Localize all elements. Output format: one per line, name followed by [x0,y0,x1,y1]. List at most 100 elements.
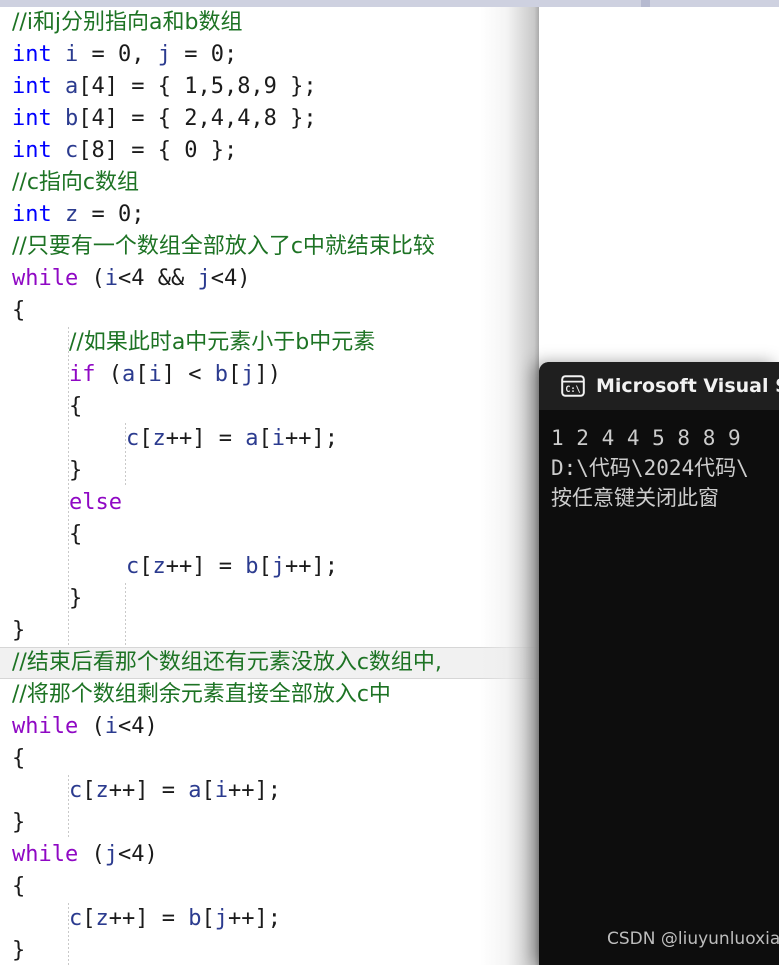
code-line[interactable]: else [69,487,122,519]
code-line[interactable]: } [12,935,25,965]
code-line[interactable]: //结束后看那个数组还有元素没放入c数组中, [12,647,442,679]
svg-text:C:\: C:\ [565,384,580,394]
code-token: z [95,778,109,803]
code-token: //如果此时a中元素小于b中元素 [69,330,376,355]
code-token: 0 [118,42,132,67]
console-titlebar[interactable]: C:\ Microsoft Visual Stud [539,362,779,410]
code-token: b [188,906,202,931]
code-token: if [69,362,96,387]
code-token: z [95,906,109,931]
code-token: { [12,298,26,323]
code-line[interactable]: //i和j分别指向a和b数组 [12,7,243,39]
code-line[interactable]: } [12,807,25,839]
code-line[interactable]: { [12,295,25,327]
code-token: 0; [210,42,238,67]
console-title-label: Microsoft Visual Stud [596,375,779,397]
code-token: i [104,266,118,291]
code-line[interactable]: //如果此时a中元素小于b中元素 [69,327,375,359]
code-token: int [12,106,52,131]
code-token: i [148,362,162,387]
code-line[interactable]: if (a[i] < b[j]) [69,359,281,391]
screenshot-root: //i和j分别指向a和b数组 int i = 0, j = 0; int a[4] … [0,0,779,965]
code-token: int [12,42,52,67]
code-token: <4) [117,714,158,739]
code-token: z [152,426,166,451]
code-line[interactable]: { [12,743,25,775]
code-token: [ [135,362,149,387]
code-token: ( [78,842,105,867]
code-token: [ [201,906,215,931]
code-line[interactable]: int z = 0; [12,199,145,231]
code-line[interactable]: { [69,519,82,551]
code-token: ( [95,362,122,387]
horizontal-scrollbar[interactable] [0,0,779,7]
code-token: [ [201,778,215,803]
code-token: ++] = [165,554,246,579]
code-line[interactable]: { [12,871,25,903]
code-line[interactable]: while (i<4 && j<4) [12,263,250,295]
code-token: //i和j分别指向a和b数组 [12,10,243,35]
console-cmd-icon: C:\ [561,375,585,397]
code-line[interactable]: //只要有一个数组全部放入了c中就结束比较 [12,231,435,263]
code-token: [ [82,778,96,803]
code-line[interactable]: c[z++] = a[i++]; [126,423,338,455]
code-line[interactable]: int i = 0, j = 0; [12,39,237,71]
code-line[interactable]: int a[4] = { 1,5,8,9 }; [12,71,317,103]
code-line[interactable]: } [12,615,25,647]
code-token: [ [139,554,153,579]
code-token: ( [78,266,105,291]
code-line[interactable]: } [69,455,82,487]
code-token: while [12,266,79,291]
code-token: [4] = { 2,4,4,8 }; [78,106,317,131]
code-token: ]) [254,362,281,387]
code-token: <4 && [117,266,198,291]
code-line[interactable]: { [69,391,82,423]
code-token: } [12,618,26,643]
code-token: ++]; [284,426,338,451]
code-token: ++] = [108,778,189,803]
code-token: ] < [161,362,215,387]
code-token: { [69,394,83,419]
code-line[interactable]: while (j<4) [12,839,158,871]
code-token: , [131,42,158,67]
code-line[interactable]: //c指向c数组 [12,167,139,199]
code-token: } [69,586,83,611]
code-line[interactable]: int b[4] = { 2,4,4,8 }; [12,103,317,135]
code-line[interactable]: int c[8] = { 0 }; [12,135,237,167]
code-token: } [69,458,83,483]
code-line[interactable]: while (i<4) [12,711,158,743]
code-token: [ [258,426,272,451]
indent-guide [125,583,126,647]
code-token: z [65,202,79,227]
code-token: else [69,490,122,515]
code-token: a [65,74,79,99]
code-token: int [12,74,52,99]
code-token: b [214,362,228,387]
code-token: while [12,714,79,739]
code-token: a [122,362,136,387]
code-line[interactable]: } [69,583,82,615]
code-line[interactable]: c[z++] = b[j++]; [69,903,281,935]
horizontal-scrollbar-thumb[interactable] [641,0,650,7]
code-token: ++] = [108,906,189,931]
code-token: ++]; [284,554,338,579]
code-token: 0; [118,202,145,227]
code-token: ++]; [227,906,281,931]
code-editor-pane[interactable]: //i和j分别指向a和b数组 int i = 0, j = 0; int a[4] … [0,7,540,965]
code-line[interactable]: c[z++] = a[i++]; [69,775,281,807]
code-token: b [65,106,79,131]
code-token: [8] = { 0 }; [78,138,238,163]
console-window[interactable]: C:\ Microsoft Visual Stud 1 2 4 4 5 8 8 … [539,362,779,965]
code-token: i [271,426,285,451]
code-token: j [214,906,228,931]
console-output-line: D:\代码\2024代码\ [551,456,749,480]
code-token: while [12,842,79,867]
code-line[interactable]: //将那个数组剩余元素直接全部放入c中 [12,679,391,711]
code-line[interactable]: c[z++] = b[j++]; [126,551,338,583]
code-token: i [65,42,79,67]
code-token: [4] = { 1,5,8,9 }; [78,74,317,99]
code-token: ( [78,714,105,739]
